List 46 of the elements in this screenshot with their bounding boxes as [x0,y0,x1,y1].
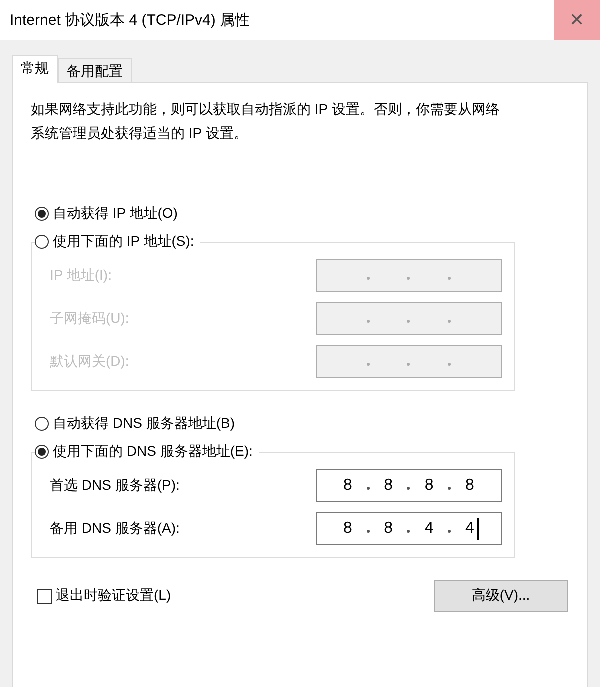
radio-button[interactable] [35,207,49,221]
ip-address-field[interactable]: 8 8 4 4 [316,512,502,545]
radio-button[interactable] [35,417,49,431]
field-label: IP 地址(I): [50,266,112,284]
field-label: 子网掩码(U): [50,310,130,328]
radio-button[interactable] [35,445,49,459]
separator-dot [448,277,452,280]
separator-dot [407,487,410,490]
octet-text: 8 [343,476,352,494]
separator-dot [448,320,452,323]
separator-dot [448,487,452,490]
radio-label: 自动获得 IP 地址(O) [53,205,178,223]
radio-label: 使用下面的 DNS 服务器地址(E): [53,443,253,461]
radio-button[interactable] [35,235,49,249]
octet-text: 8 [384,476,394,494]
separator-dot [407,277,410,280]
window-title: Internet 协议版本 4 (TCP/IPv4) 属性 [9,10,250,30]
octet-text: 4 [424,520,434,536]
separator-dot [366,487,370,490]
close-button[interactable]: ✕ [554,0,600,40]
separator-dot [448,530,452,533]
field-label: 默认网关(D): [50,352,130,370]
checkbox-label: 退出时验证设置(L) [56,587,172,605]
separator-dot [448,363,452,366]
separator-dot [366,363,370,366]
advanced-button[interactable]: 高级(V)... [434,580,568,612]
octet-text: 8 [343,520,352,536]
radio-label: 自动获得 DNS 服务器地址(B) [53,415,235,433]
ip-address-field[interactable]: 8 8 8 8 [316,469,502,502]
octet-text: 8 [384,520,394,536]
field-label: 备用 DNS 服务器(A): [50,520,180,538]
description-text: 如果网络支持此功能，则可以获取自动指派的 IP 设置。否则，你需要从网络系统管理员处获得适当的 IP 设置。 [31,100,501,143]
field-label: 首选 DNS 服务器(P): [50,476,180,494]
separator-dot [407,530,410,533]
tab[interactable]: 常规 [12,55,58,83]
separator-dot [407,320,410,323]
separator-dot [366,277,370,280]
separator-dot [407,363,410,366]
separator-dot [366,530,370,533]
radio-label: 使用下面的 IP 地址(S): [53,233,194,251]
octet-text: 4 [466,520,474,536]
tab[interactable]: 备用配置 [58,58,132,82]
separator-dot [366,320,370,323]
octet-text: 8 [466,476,474,494]
checkbox[interactable] [37,588,52,604]
octet-text: 8 [424,476,434,494]
